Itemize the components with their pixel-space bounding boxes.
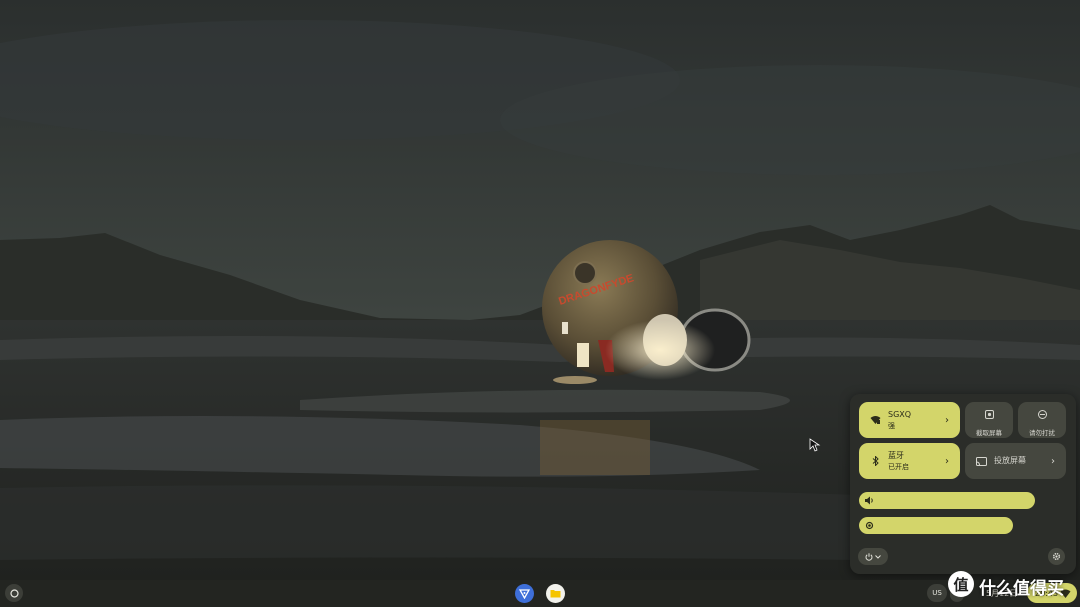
- cast-screen-label: 投放屏幕: [994, 456, 1026, 465]
- watermark-logo: 值: [948, 571, 974, 597]
- play-store-icon: [519, 588, 530, 599]
- wifi-signal-status: 强: [888, 421, 895, 430]
- cast-icon: [974, 454, 988, 468]
- watermark-logo-text: 值: [953, 575, 969, 594]
- power-icon: [865, 552, 873, 561]
- watermark-text: 什么值得买: [979, 579, 1064, 599]
- shelf-app-play-store[interactable]: [515, 584, 534, 603]
- wifi-tile[interactable]: SGXQ 强 ›: [859, 402, 960, 438]
- do-not-disturb-icon: [1037, 404, 1047, 423]
- shelf-app-files[interactable]: [546, 584, 565, 603]
- mouse-cursor-icon: [809, 438, 821, 452]
- screen-capture-tile[interactable]: 截取屏幕: [965, 402, 1013, 438]
- power-menu-button[interactable]: [858, 548, 888, 565]
- chevron-down-icon: [875, 554, 881, 559]
- launcher-button[interactable]: [5, 584, 23, 602]
- input-method-indicator[interactable]: US: [927, 584, 947, 602]
- chevron-right-icon: ›: [945, 414, 949, 426]
- chevron-right-icon: ›: [1051, 455, 1055, 467]
- bluetooth-status: 已开启: [888, 462, 909, 471]
- do-not-disturb-label: 请勿打扰: [1029, 428, 1055, 437]
- bluetooth-tile[interactable]: 蓝牙 已开启 ›: [859, 443, 960, 479]
- volume-slider[interactable]: [859, 492, 1035, 509]
- gear-icon: [1053, 553, 1060, 560]
- brightness-slider[interactable]: [859, 517, 1013, 534]
- cast-screen-tile[interactable]: 投放屏幕 ›: [965, 443, 1066, 479]
- screen-capture-label: 截取屏幕: [976, 428, 1002, 437]
- screen-capture-icon: [984, 404, 994, 423]
- wifi-network-name: SGXQ: [888, 409, 912, 419]
- shelf: [0, 580, 1080, 607]
- settings-button[interactable]: [1048, 548, 1065, 565]
- files-icon: [550, 590, 561, 598]
- wifi-icon: [868, 413, 882, 427]
- do-not-disturb-tile[interactable]: 请勿打扰: [1018, 402, 1066, 438]
- launcher-circle-icon: [9, 588, 19, 598]
- bluetooth-label: 蓝牙: [888, 450, 904, 460]
- bluetooth-icon: [868, 454, 882, 468]
- brightness-icon: [865, 521, 874, 530]
- chevron-right-icon: ›: [945, 455, 949, 467]
- volume-icon: [865, 496, 873, 505]
